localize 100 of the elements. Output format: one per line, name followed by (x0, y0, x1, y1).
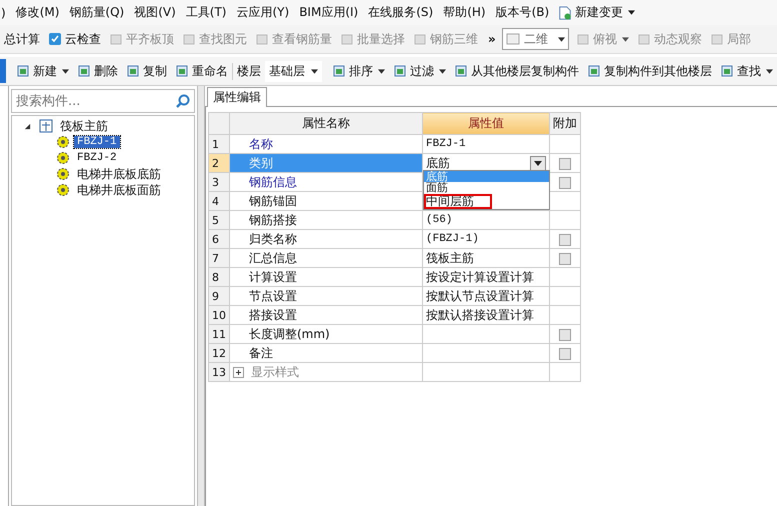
property-name: 搭接设置 (249, 306, 297, 324)
checkbox[interactable] (559, 348, 571, 360)
caret-icon (439, 68, 446, 74)
menu-item[interactable]: BIM应用(I) (294, 4, 364, 21)
row-number: 9 (208, 286, 230, 306)
property-name: 钢筋搭接 (249, 212, 297, 228)
tool-icon (109, 32, 123, 46)
tool-icon (393, 64, 407, 78)
new-change-button[interactable]: 新建变更 (554, 4, 636, 21)
property-value: 底筋 (426, 154, 450, 170)
toolbar-button[interactable]: 重命名 (171, 62, 232, 80)
property-value: (56) (426, 214, 452, 226)
menu-item[interactable]: 视图(V) (129, 4, 181, 21)
menu-item[interactable]: 版本号(B) (490, 4, 554, 21)
panel-tab-marker (0, 59, 6, 83)
checkbox[interactable] (559, 176, 571, 189)
column-header: 属性值 (422, 112, 550, 134)
toolbar-button[interactable]: 新建 (12, 62, 73, 80)
caret-icon (622, 36, 629, 42)
toolbar-button[interactable]: 删除 (73, 62, 122, 80)
tool-icon (182, 32, 196, 46)
menu-item[interactable]: 帮助(H) (438, 4, 491, 21)
caret-icon (378, 68, 385, 74)
menu-item[interactable]: 修改(M) (10, 4, 64, 21)
property-name: 计算设置 (249, 268, 297, 286)
property-name: 钢筋信息 (249, 174, 297, 190)
more-button[interactable]: » (482, 32, 502, 46)
tab[interactable]: 属性编辑 (207, 87, 267, 107)
row-number: 2 (208, 154, 230, 172)
menu-item[interactable]: 工具(T) (180, 4, 232, 21)
property-value: FBZJ-1 (426, 138, 466, 150)
caret-icon (628, 10, 636, 15)
checkbox[interactable] (559, 252, 571, 265)
toolbar-button[interactable]: 复制构件到其他楼层 (583, 62, 716, 80)
tool-icon (587, 64, 601, 78)
checkbox[interactable] (559, 234, 571, 246)
row-number: 4 (208, 192, 230, 210)
expander-arrow-icon[interactable] (24, 122, 31, 130)
row-number: 13 (208, 362, 230, 382)
document-icon (558, 6, 572, 20)
tool-icon (636, 32, 651, 46)
caret-icon (766, 68, 773, 74)
checkbox[interactable] (559, 328, 571, 341)
property-name: 名称 (249, 136, 273, 152)
expand-icon[interactable] (233, 366, 244, 378)
gear-icon (56, 183, 70, 197)
toolbar-button[interactable]: 排序 (328, 62, 389, 80)
row-number: 6 (208, 230, 230, 248)
tool-icon (576, 32, 590, 46)
column-header: 属性名称 (230, 112, 422, 134)
caret-icon (534, 160, 542, 166)
property-value: 筏板主筋 (426, 250, 474, 266)
property-name: 节点设置 (249, 288, 297, 304)
row-number: 3 (208, 172, 230, 192)
folder-grid-icon (39, 119, 53, 133)
property-name: 钢筋锚固 (249, 192, 297, 210)
property-name: 长度调整(mm) (249, 326, 330, 342)
toolbar-button[interactable]: 从其他楼层复制构件 (450, 62, 583, 80)
tree-item[interactable]: FBZJ-2 (74, 152, 120, 164)
toolbar-button[interactable]: 复制 (122, 62, 171, 80)
property-value: (FBZJ-1) (426, 233, 479, 245)
property-value: 按默认节点设置计算 (426, 288, 534, 304)
row-number: 8 (208, 268, 230, 286)
toolbar-button[interactable]: 过滤 (389, 62, 450, 80)
toolbar-button[interactable]: 总计算 (0, 30, 44, 48)
gear-icon (56, 167, 70, 181)
property-value: 按默认搭接设置计算 (426, 306, 534, 324)
floor-select[interactable]: 基础层 (265, 60, 322, 82)
tool-icon (340, 32, 354, 46)
checkbox[interactable] (559, 158, 571, 170)
row-number: 11 (208, 324, 230, 344)
menu-item[interactable]: 云应用(Y) (232, 4, 294, 21)
caret-icon (311, 68, 318, 74)
menu-item[interactable]: 钢筋量(Q) (64, 4, 130, 21)
menu-item[interactable]: 在线服务(S) (363, 4, 438, 21)
tool-icon (332, 64, 346, 78)
gear-icon (56, 151, 70, 165)
toolbar-button[interactable]: 云检查 (44, 30, 105, 48)
row-number: 5 (208, 210, 230, 230)
tool-icon (16, 64, 30, 78)
caret-icon (558, 36, 565, 42)
toolbar-button[interactable]: 查找 (716, 62, 777, 80)
tree-item[interactable]: FBZJ-1 (74, 136, 120, 148)
tool-icon (175, 64, 189, 78)
view-icon (506, 32, 520, 46)
dropdown-button[interactable] (530, 156, 546, 170)
tree-item[interactable]: 电梯井底板底筋 (74, 166, 164, 182)
row-number: 1 (208, 134, 230, 154)
row-number: 12 (208, 344, 230, 362)
tool-icon (454, 64, 468, 78)
tool-icon (77, 64, 91, 78)
row-number: 10 (208, 306, 230, 324)
tool-icon (126, 64, 140, 78)
property-value: 按设定计算设置计算 (426, 268, 534, 286)
property-name: 显示样式 (251, 364, 299, 380)
tool-icon (710, 32, 724, 46)
gear-icon (56, 135, 70, 149)
menu-item[interactable]: ) (0, 6, 11, 20)
tree-item[interactable]: 电梯井底板面筋 (74, 182, 164, 198)
tree-item[interactable]: 筏板主筋 (57, 118, 111, 134)
